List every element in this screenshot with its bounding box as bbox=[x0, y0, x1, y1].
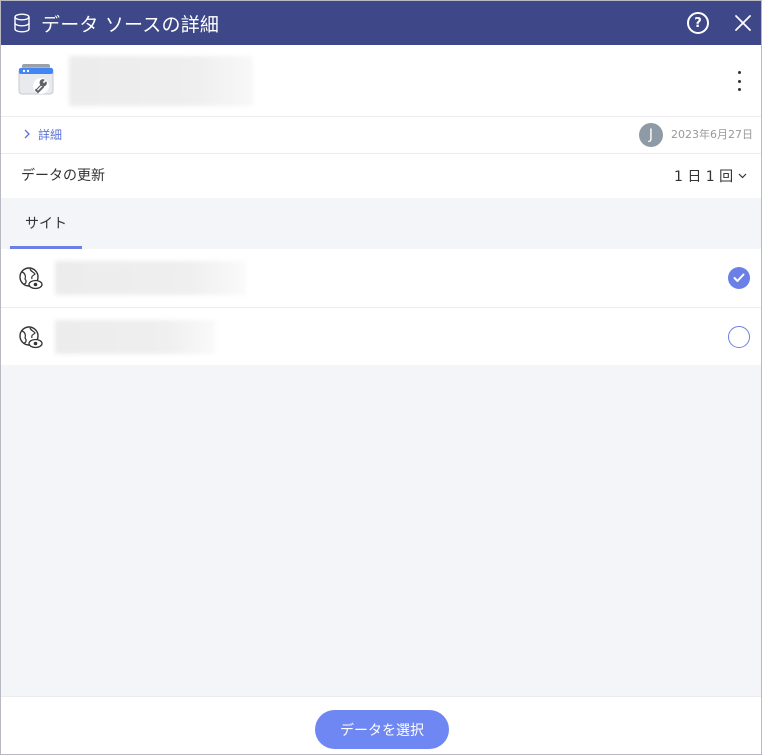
source-name-redacted bbox=[69, 56, 253, 106]
list-item[interactable] bbox=[1, 249, 761, 307]
site-selected-checkbox[interactable] bbox=[728, 267, 750, 289]
chevron-down-icon bbox=[738, 173, 747, 179]
site-list bbox=[1, 249, 761, 365]
site-select-checkbox[interactable] bbox=[728, 326, 750, 348]
kebab-dot-icon bbox=[737, 88, 741, 91]
checkmark-icon bbox=[733, 273, 745, 282]
refresh-frequency-dropdown[interactable]: 1 日 1 回 bbox=[674, 166, 747, 186]
site-name-redacted bbox=[55, 320, 215, 354]
database-icon bbox=[13, 12, 33, 34]
tab-sites[interactable]: サイト bbox=[10, 198, 82, 249]
globe-eye-icon bbox=[18, 266, 44, 292]
globe-eye-icon bbox=[18, 325, 44, 351]
data-source-details-dialog: データ ソースの詳細 ? 詳細 J 2023年6月27日 データの更新 1 日 … bbox=[0, 0, 762, 755]
search-console-icon bbox=[17, 62, 55, 100]
chevron-right-icon bbox=[23, 129, 31, 139]
kebab-dot-icon bbox=[737, 71, 741, 74]
details-label: 詳細 bbox=[38, 127, 63, 142]
tab-bar: サイト bbox=[1, 198, 761, 249]
refresh-frequency-value: 1 日 1 回 bbox=[674, 169, 734, 185]
updated-date: 2023年6月27日 bbox=[671, 128, 753, 141]
title-bar: データ ソースの詳細 ? bbox=[1, 1, 761, 45]
divider bbox=[1, 116, 761, 117]
select-data-button[interactable]: データを選択 bbox=[315, 710, 449, 749]
site-name-redacted bbox=[55, 261, 246, 295]
close-icon bbox=[735, 15, 751, 31]
refresh-label: データの更新 bbox=[21, 168, 105, 184]
close-button[interactable] bbox=[732, 12, 754, 34]
kebab-dot-icon bbox=[737, 79, 741, 83]
dialog-title: データ ソースの詳細 bbox=[41, 13, 220, 36]
dialog-footer: データを選択 bbox=[1, 696, 761, 754]
list-item[interactable] bbox=[1, 307, 761, 365]
more-options-button[interactable] bbox=[731, 71, 747, 91]
divider bbox=[1, 153, 761, 154]
help-button[interactable]: ? bbox=[687, 12, 709, 34]
details-toggle[interactable]: 詳細 bbox=[23, 125, 62, 143]
source-header: 詳細 J 2023年6月27日 データの更新 1 日 1 回 bbox=[1, 45, 761, 198]
owner-avatar: J bbox=[639, 123, 663, 147]
